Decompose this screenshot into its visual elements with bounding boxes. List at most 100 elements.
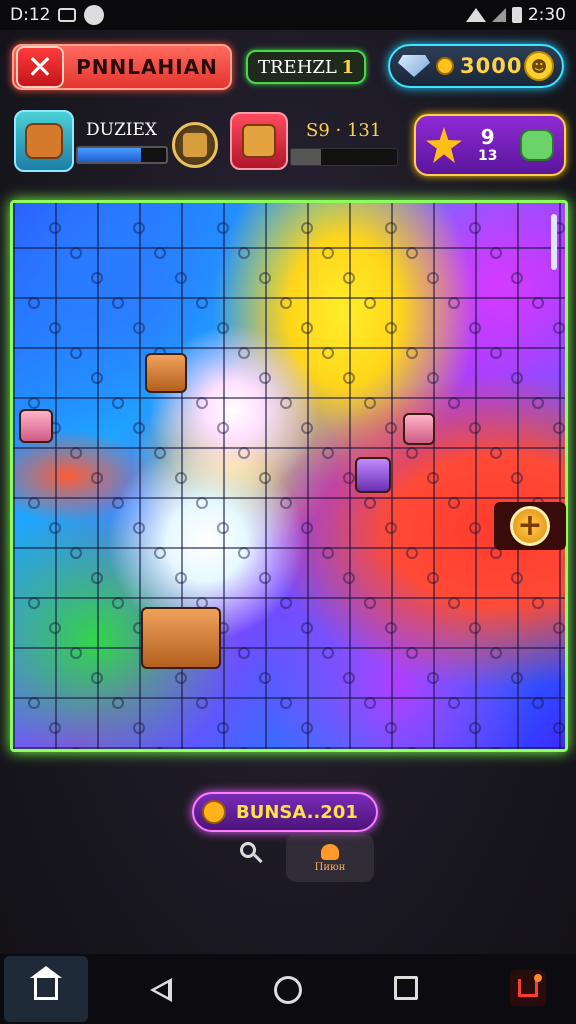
- puzzle-knob: [406, 347, 418, 359]
- title-banner[interactable]: ✕ PNNLAHIAN: [12, 44, 232, 90]
- puzzle-knob: [238, 747, 250, 749]
- level-value: 1: [341, 56, 354, 78]
- puzzle-knob: [364, 697, 376, 709]
- puzzle-knob: [259, 272, 271, 284]
- puzzle-knob: [511, 472, 523, 484]
- puzzle-knob: [238, 347, 250, 359]
- puzzle-knob: [469, 322, 481, 334]
- coin-icon: [202, 800, 226, 824]
- puzzle-knob: [28, 497, 40, 509]
- puzzle-knob: [280, 297, 292, 309]
- puzzle-knob: [280, 597, 292, 609]
- close-icon[interactable]: ✕: [16, 46, 64, 88]
- share-icon[interactable]: [510, 970, 546, 1006]
- smile-icon[interactable]: ☻: [524, 51, 554, 81]
- status-time-left: D:12: [10, 5, 51, 25]
- wifi-icon: [465, 8, 486, 22]
- puzzle-knob: [259, 472, 271, 484]
- puzzle-knob: [532, 697, 544, 709]
- puzzle-knob: [427, 572, 439, 584]
- search-icon[interactable]: [240, 842, 264, 868]
- puzzle-knob: [280, 397, 292, 409]
- puzzle-knob: [322, 247, 334, 259]
- puzzle-board[interactable]: [10, 200, 568, 752]
- puzzle-knob: [217, 422, 229, 434]
- puzzle-knob: [322, 647, 334, 659]
- puzzle-knob: [280, 497, 292, 509]
- puzzle-knob: [427, 672, 439, 684]
- puzzle-knob: [385, 422, 397, 434]
- puzzle-knob: [490, 247, 502, 259]
- puzzle-knob: [343, 472, 355, 484]
- home-icon[interactable]: [4, 956, 88, 1022]
- puzzle-knob: [259, 372, 271, 384]
- signal-icon: [491, 8, 506, 22]
- puzzle-knob: [511, 372, 523, 384]
- puzzle-knob: [196, 497, 208, 509]
- plus-icon: +: [510, 506, 550, 546]
- recent-apps-icon[interactable]: [394, 976, 418, 1000]
- player-one-badge[interactable]: [172, 122, 218, 168]
- puzzle-knob: [385, 622, 397, 634]
- add-piece-button[interactable]: +: [494, 502, 566, 550]
- puzzle-knob: [427, 372, 439, 384]
- reward-panel[interactable]: 9 13: [414, 114, 566, 176]
- puzzle-knob: [70, 547, 82, 559]
- puzzle-knob: [364, 597, 376, 609]
- puzzle-knob: [70, 347, 82, 359]
- puzzle-knob: [385, 322, 397, 334]
- room-button[interactable]: Пиюн: [286, 834, 374, 882]
- puzzle-knob: [469, 222, 481, 234]
- puzzle-knob: [511, 572, 523, 584]
- player-one-panel: DUZIEX: [14, 110, 218, 172]
- puzzle-knob: [112, 597, 124, 609]
- reward-bottom: 13: [478, 148, 498, 164]
- puzzle-knob: [91, 272, 103, 284]
- star-icon: [426, 127, 462, 163]
- character-sprite[interactable]: [355, 457, 391, 493]
- puzzle-knob: [70, 247, 82, 259]
- mascot-icon: [520, 129, 554, 161]
- board-scrollbar[interactable]: [551, 214, 557, 270]
- player-two-panel: S9 · 131: [230, 112, 398, 170]
- character-sprite[interactable]: [403, 413, 435, 445]
- level-indicator[interactable]: TREHZL 1: [246, 50, 366, 84]
- status-time-right: 2:30: [527, 5, 566, 25]
- character-sprite[interactable]: [145, 353, 187, 393]
- player-one-avatar[interactable]: [14, 110, 74, 172]
- puzzle-knob: [322, 747, 334, 749]
- puzzle-knob: [343, 672, 355, 684]
- system-nav-bar: [0, 954, 576, 1024]
- puzzle-knob: [406, 547, 418, 559]
- puzzle-knob: [49, 222, 61, 234]
- puzzle-knob: [406, 447, 418, 459]
- puzzle-knob: [553, 622, 565, 634]
- coins-value: 3000: [460, 54, 523, 78]
- puzzle-knob: [259, 572, 271, 584]
- battery-icon: [511, 7, 522, 23]
- character-sprite[interactable]: [19, 409, 53, 443]
- puzzle-knob: [154, 247, 166, 259]
- puzzle-knob: [322, 347, 334, 359]
- coins-counter[interactable]: 3000 ☻: [388, 44, 564, 88]
- puzzle-knob: [175, 472, 187, 484]
- bonus-button[interactable]: BUNSA..201: [192, 792, 378, 832]
- player-two-progress: [290, 148, 398, 166]
- puzzle-knob: [91, 372, 103, 384]
- puzzle-knob: [112, 697, 124, 709]
- puzzle-knob: [70, 747, 82, 749]
- puzzle-knob: [196, 297, 208, 309]
- character-cluster[interactable]: [141, 607, 221, 669]
- nav-home-button[interactable]: [274, 976, 302, 1004]
- puzzle-knob: [553, 422, 565, 434]
- puzzle-knob: [28, 397, 40, 409]
- puzzle-knob: [217, 322, 229, 334]
- player-two-avatar[interactable]: [230, 112, 288, 170]
- puzzle-knob: [112, 497, 124, 509]
- puzzle-knob: [448, 497, 460, 509]
- puzzle-knob: [238, 447, 250, 459]
- puzzle-knob: [322, 547, 334, 559]
- gem-icon: [398, 55, 430, 77]
- puzzle-knob: [448, 597, 460, 609]
- puzzle-knob: [217, 522, 229, 534]
